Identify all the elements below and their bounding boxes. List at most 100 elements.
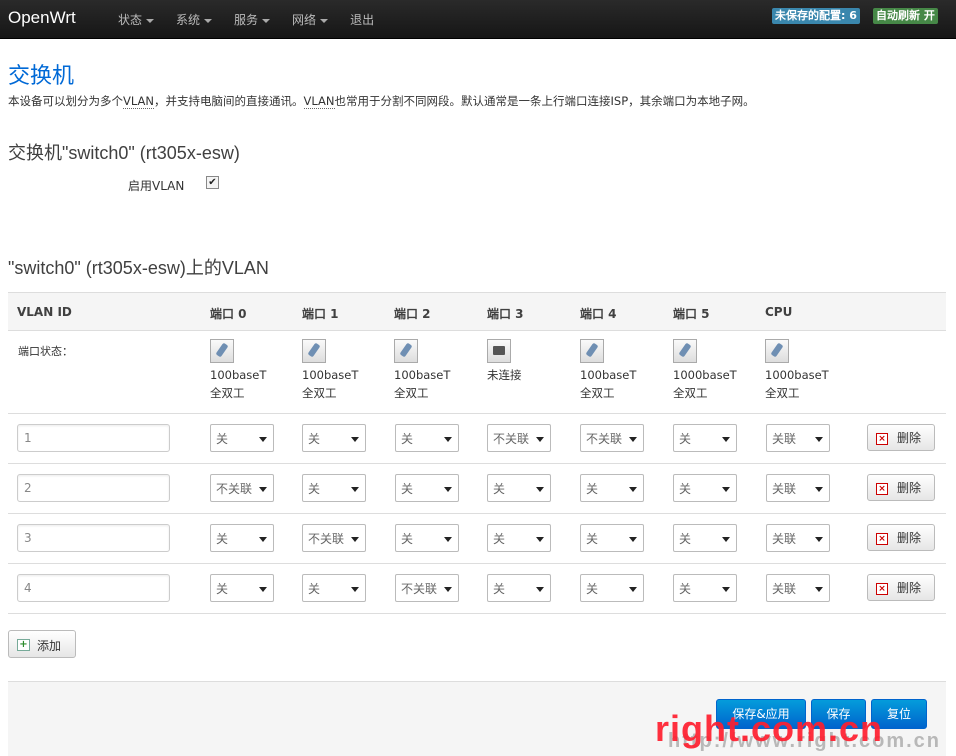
enable-vlan-label: 启用VLAN: [128, 179, 185, 193]
vlan-abbr[interactable]: VLAN: [303, 94, 335, 109]
cpu-select[interactable]: 关联: [766, 474, 830, 502]
menu-logout[interactable]: 退出: [350, 11, 374, 28]
main-menu: 状态 系统 服务 网络 退出: [118, 11, 396, 28]
port-3-status: 未连接: [487, 339, 522, 384]
port-5-select[interactable]: 关: [673, 574, 737, 602]
port-status-label: 端口状态：: [18, 345, 73, 358]
header-port-5: 端口 5: [673, 307, 710, 321]
port-0-select[interactable]: 关: [210, 574, 274, 602]
top-navbar: OpenWrt 状态 系统 服务 网络 退出 未保存的配置: 6 自动刷新 开: [0, 0, 956, 39]
vlan-id-input[interactable]: 4: [17, 574, 170, 602]
menu-status[interactable]: 状态: [118, 11, 155, 28]
vlan-id-input[interactable]: 1: [17, 424, 170, 452]
cpu-status: 1000baseT 全双工: [765, 339, 829, 402]
port-2-status: 100baseT 全双工: [394, 339, 450, 402]
header-port-0: 端口 0: [210, 307, 247, 321]
port-duplex: 全双工: [210, 386, 245, 400]
port-3-select[interactable]: 关: [487, 574, 551, 602]
menu-network-label: 网络: [292, 13, 317, 27]
delete-icon: ×: [876, 583, 888, 595]
enable-vlan-checkbox[interactable]: ✔: [206, 176, 219, 189]
header-port-3: 端口 3: [487, 307, 524, 321]
vlan-id-input[interactable]: 2: [17, 474, 170, 502]
port-1-select[interactable]: 关: [302, 474, 366, 502]
port-connected-icon: [673, 339, 697, 363]
port-duplex: 全双工: [673, 386, 708, 400]
port-0-status: 100baseT 全双工: [210, 339, 266, 402]
table-row: 2 不关联 关 关 关 关 关 关联 × 删除: [8, 464, 946, 514]
page-description: 本设备可以划分为多个VLAN，并支持电脑间的直接通讯。VLAN也常用于分割不同网…: [8, 93, 755, 109]
port-1-select[interactable]: 关: [302, 574, 366, 602]
port-2-select[interactable]: 关: [395, 424, 459, 452]
port-1-select[interactable]: 不关联: [302, 524, 366, 552]
port-4-select[interactable]: 关: [580, 524, 644, 552]
chevron-down-icon: [146, 18, 155, 23]
port-2-select[interactable]: 关: [395, 474, 459, 502]
menu-network[interactable]: 网络: [292, 11, 329, 28]
delete-button[interactable]: × 删除: [867, 474, 935, 501]
switch-section-title: 交换机"switch0" (rt305x-esw): [8, 143, 240, 163]
table-row: 4 关 关 不关联 关 关 关 关联 × 删除: [8, 564, 946, 614]
vlan-abbr[interactable]: VLAN: [123, 94, 155, 109]
menu-services-label: 服务: [234, 13, 259, 27]
port-0-select[interactable]: 关: [210, 524, 274, 552]
port-speed: 1000baseT: [673, 368, 737, 382]
port-5-select[interactable]: 关: [673, 474, 737, 502]
port-speed: 100baseT: [302, 368, 359, 382]
unsaved-changes-badge[interactable]: 未保存的配置: 6: [772, 8, 860, 24]
port-3-select[interactable]: 不关联: [487, 424, 551, 452]
header-port-2: 端口 2: [394, 307, 431, 321]
add-label: 添加: [37, 639, 62, 653]
delete-button[interactable]: × 删除: [867, 524, 935, 551]
table-row: 3 关 不关联 关 关 关 关 关联 × 删除: [8, 514, 946, 564]
delete-button[interactable]: × 删除: [867, 574, 935, 601]
desc-suffix: 也常用于分割不同网段。默认通常是一条上行端口连接ISP，其余端口为本地子网。: [334, 94, 755, 108]
port-2-select[interactable]: 关: [395, 524, 459, 552]
header-port-4: 端口 4: [580, 307, 617, 321]
port-connected-icon: [765, 339, 789, 363]
chevron-down-icon: [204, 18, 213, 23]
port-speed: 1000baseT: [765, 368, 829, 382]
port-5-select[interactable]: 关: [673, 424, 737, 452]
vlan-id-input[interactable]: 3: [17, 524, 170, 552]
port-4-select[interactable]: 关: [580, 574, 644, 602]
port-5-status: 1000baseT 全双工: [673, 339, 737, 402]
cpu-select[interactable]: 关联: [766, 574, 830, 602]
add-icon: +: [17, 639, 30, 651]
chevron-down-icon: [262, 18, 271, 23]
port-duplex: 全双工: [580, 386, 615, 400]
delete-label: 删除: [897, 431, 922, 445]
page-title: 交换机: [8, 63, 75, 88]
port-speed: 100baseT: [580, 368, 637, 382]
cpu-select[interactable]: 关联: [766, 524, 830, 552]
auto-refresh-badge[interactable]: 自动刷新 开: [873, 8, 938, 24]
menu-system-label: 系统: [176, 13, 201, 27]
port-3-select[interactable]: 关: [487, 524, 551, 552]
port-4-status: 100baseT 全双工: [580, 339, 636, 402]
vlan-section-title: "switch0" (rt305x-esw)上的VLAN: [8, 258, 269, 278]
cpu-select[interactable]: 关联: [766, 424, 830, 452]
port-5-select[interactable]: 关: [673, 524, 737, 552]
port-4-select[interactable]: 关: [580, 474, 644, 502]
delete-label: 删除: [897, 481, 922, 495]
desc-middle: ，并支持电脑间的直接通讯。: [154, 94, 304, 108]
port-connected-icon: [210, 339, 234, 363]
header-cpu: CPU: [765, 305, 793, 319]
delete-label: 删除: [897, 581, 922, 595]
delete-button[interactable]: × 删除: [867, 424, 935, 451]
header-port-1: 端口 1: [302, 307, 339, 321]
port-3-select[interactable]: 关: [487, 474, 551, 502]
menu-system[interactable]: 系统: [176, 11, 213, 28]
menu-services[interactable]: 服务: [234, 11, 271, 28]
add-vlan-button[interactable]: + 添加: [8, 630, 76, 658]
port-1-select[interactable]: 关: [302, 424, 366, 452]
delete-icon: ×: [876, 533, 888, 545]
port-0-select[interactable]: 不关联: [210, 474, 274, 502]
brand-logo[interactable]: OpenWrt: [8, 8, 76, 28]
port-0-select[interactable]: 关: [210, 424, 274, 452]
port-connected-icon: [580, 339, 604, 363]
port-4-select[interactable]: 不关联: [580, 424, 644, 452]
port-connected-icon: [302, 339, 326, 363]
port-2-select[interactable]: 不关联: [395, 574, 459, 602]
port-duplex: 全双工: [302, 386, 337, 400]
